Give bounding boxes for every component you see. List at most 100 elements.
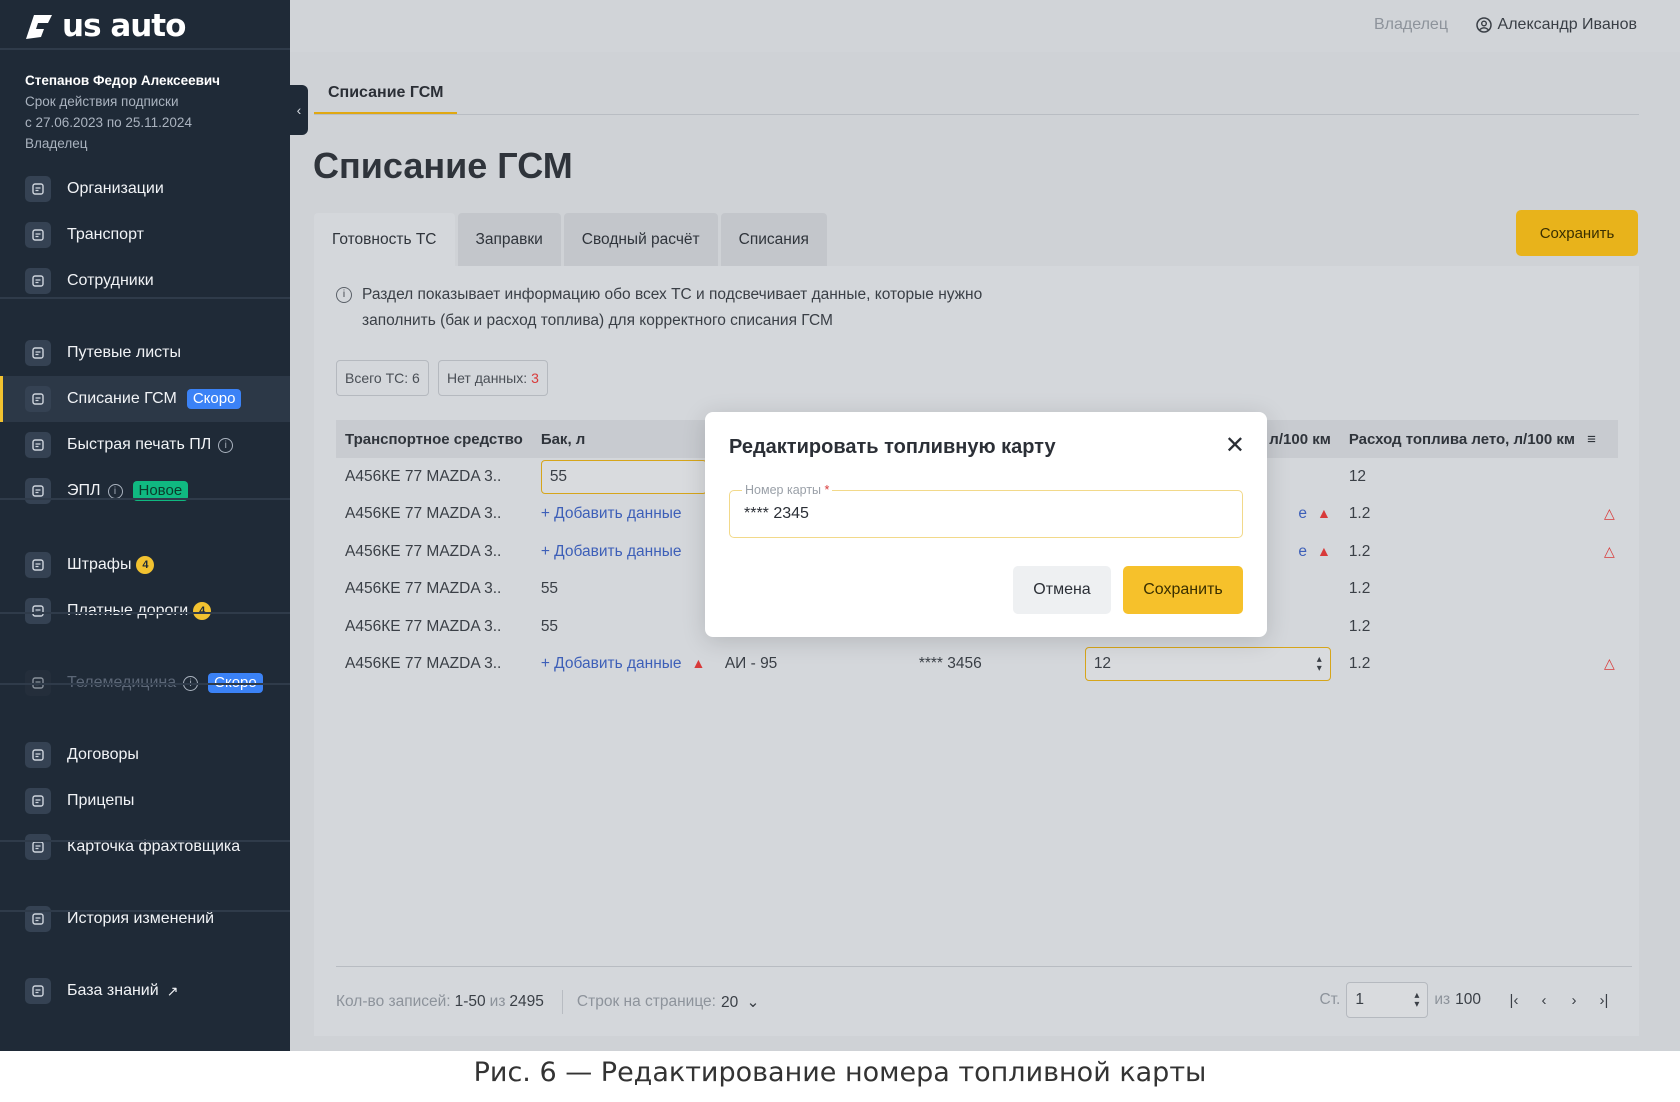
card-number-value: **** 2345 [744,505,809,522]
logo[interactable]: us auto [24,8,186,44]
page-total: 100 [1455,991,1481,1008]
summer-value: 1.2 [1348,617,1371,635]
warning-icon: △ [1604,655,1615,672]
dialog-save-button[interactable]: Сохранить [1123,566,1243,614]
sidebar-item-8[interactable]: Платные дороги 4 [0,588,290,634]
sidebar-item-10[interactable]: Договоры [0,732,290,778]
user-role: Владелец [25,136,88,151]
add-data-link[interactable]: + Добавить данные [541,543,682,560]
save-button[interactable]: Сохранить [1516,210,1638,256]
users-icon [25,268,51,294]
column-summer[interactable]: Расход топлива лето, л/100 км ≡ [1339,420,1618,458]
tab-readiness[interactable]: Готовность ТС [314,213,455,266]
stepper-icon[interactable]: ▴ ▾ [1414,991,1419,1010]
figure-caption: Рис. 6 — Редактирование номера топливной… [473,1057,1207,1088]
add-data-link[interactable]: + Добавить данные [541,505,682,522]
cancel-button[interactable]: Отмена [1013,566,1111,614]
warning-icon: △ [1604,542,1615,559]
sidebar-item-4[interactable]: Списание ГСМ Скоро [0,376,290,422]
add-data-link[interactable]: + Добавить данные [541,655,682,672]
summer-cell: 1.2 △ [1340,646,1618,684]
tank-value: 55 [540,580,559,598]
user-menu[interactable]: Александр Иванов [1475,16,1637,34]
sidebar: us auto Степанов Федор Алексеевич Срок д… [0,0,290,1051]
rows-per-page-label: Строк на странице: [576,993,716,1010]
page-value: 1 [1355,991,1364,1008]
sidebar-item-7[interactable]: Штрафы 4 [0,542,290,588]
tab-writeoffs[interactable]: Списания [720,213,827,266]
winter-cell: 12 ▴ ▾ [1076,646,1340,684]
sidebar-item-1[interactable]: Транспорт [0,212,290,258]
owner-name: Александр Иванов [1497,16,1637,33]
summer-cell: 1.2 △ [1340,496,1618,534]
collapse-sidebar-button[interactable]: ‹ [290,85,308,135]
prev-page-icon[interactable]: ‹ [1529,992,1559,1009]
info-icon[interactable]: i [107,483,123,499]
vehicle-cell: А456КЕ 77 MAZDA 3.. [345,467,502,485]
vehicle-cell: А456КЕ 77 MAZDA 3.. [345,655,502,673]
user-name: Степанов Федор Алексеевич [25,73,221,88]
total-vehicles-chip[interactable]: Всего ТС: 6 [336,360,429,396]
rows-per-page-select[interactable]: 20 ⌄ [721,993,760,1012]
sidebar-item-11[interactable]: Прицепы [0,778,290,824]
no-data-chip[interactable]: Нет данных: 3 [438,360,548,396]
records-label: Кол-во записей: [336,993,451,1010]
page-input[interactable]: 1 ▴ ▾ [1346,982,1429,1018]
tank-value: 55 [549,467,568,485]
subscription-period: с 27.06.2023 по 25.11.2024 [25,115,192,130]
filter-icon[interactable]: ≡ [1587,431,1596,448]
column-summer-label: Расход топлива лето, л/100 км [1348,430,1575,448]
table-row[interactable]: А456КЕ 77 MAZDA 3.. + Добавить данные ▲ АИ … [336,646,1618,684]
info-line-2: заполнить (бак и расход топлива) для кор… [362,312,833,329]
last-page-icon[interactable]: ›| [1589,992,1619,1009]
summer-value: 1.2 [1348,542,1371,560]
sidebar-item-5[interactable]: Быстрая печать ПЛ i [0,422,290,468]
sidebar-item-13[interactable]: История изменений [0,896,290,942]
logo-text: us auto [62,8,186,44]
summer-cell: 1.2 [1340,608,1618,646]
winter-link[interactable]: е [1298,543,1307,560]
fuel-icon [25,386,51,412]
tab-refuels[interactable]: Заправки [457,213,561,266]
tank-input[interactable]: 55 [540,459,707,494]
records-range: 1-50 [454,993,486,1010]
first-page-icon[interactable]: |‹ [1499,992,1529,1009]
tank-cell: 55 [532,458,716,496]
sidebar-item-12[interactable]: Карточка фрахтовщика [0,824,290,870]
close-icon[interactable]: ✕ [1225,434,1245,458]
bulb-icon [25,978,51,1004]
sidebar-item-14[interactable]: База знаний ↗ [0,968,290,1014]
document-icon [25,340,51,366]
sidebar-item-6[interactable]: ЭПЛ i Новое [0,468,290,514]
user-icon [1475,17,1492,33]
next-page-icon[interactable]: › [1559,992,1589,1009]
card-cell[interactable]: **** 3456 [910,646,1076,684]
column-vehicle[interactable]: Транспортное средство [336,420,532,458]
tank-cell: 55 [532,571,716,609]
tank-cell: + Добавить данные [532,496,716,534]
sidebar-item-label: История изменений [67,910,215,927]
info-icon[interactable]: i [218,437,234,453]
vehicle-cell: А456КЕ 77 MAZDA 3.. [345,542,502,560]
car-icon [25,222,51,248]
sidebar-item-0[interactable]: Организации [0,166,290,212]
no-data-label: Нет данных: [447,370,528,386]
column-tank[interactable]: Бак, л [531,420,716,458]
folder-icon [25,742,51,768]
summer-value: 12 [1348,467,1367,485]
records-info: Кол-во записей: 1-50 из 2495 Строк на ст… [336,990,760,1014]
stepper-icon[interactable]: ▴ ▾ [1317,655,1322,674]
summer-cell: 12 [1340,458,1618,496]
winter-link[interactable]: е [1298,505,1307,522]
road-icon [25,598,51,624]
winter-consumption-input[interactable]: 12 ▴ ▾ [1084,647,1331,682]
section-tabs: Готовность ТС Заправки Сводный расчёт Сп… [314,213,827,266]
tab-summary[interactable]: Сводный расчёт [563,213,718,266]
topbar: Владелец Александр Иванов [290,0,1680,52]
header-role: Владелец [1373,16,1448,33]
sidebar-item-3[interactable]: Путевые листы [0,330,290,376]
sidebar-item-label: Организации [67,180,164,197]
card-number-field[interactable]: Номер карты * **** 2345 [729,483,1243,538]
sidebar-item-label: Сотрудники [67,272,154,289]
page-tab[interactable]: Списание ГСМ [314,84,458,115]
